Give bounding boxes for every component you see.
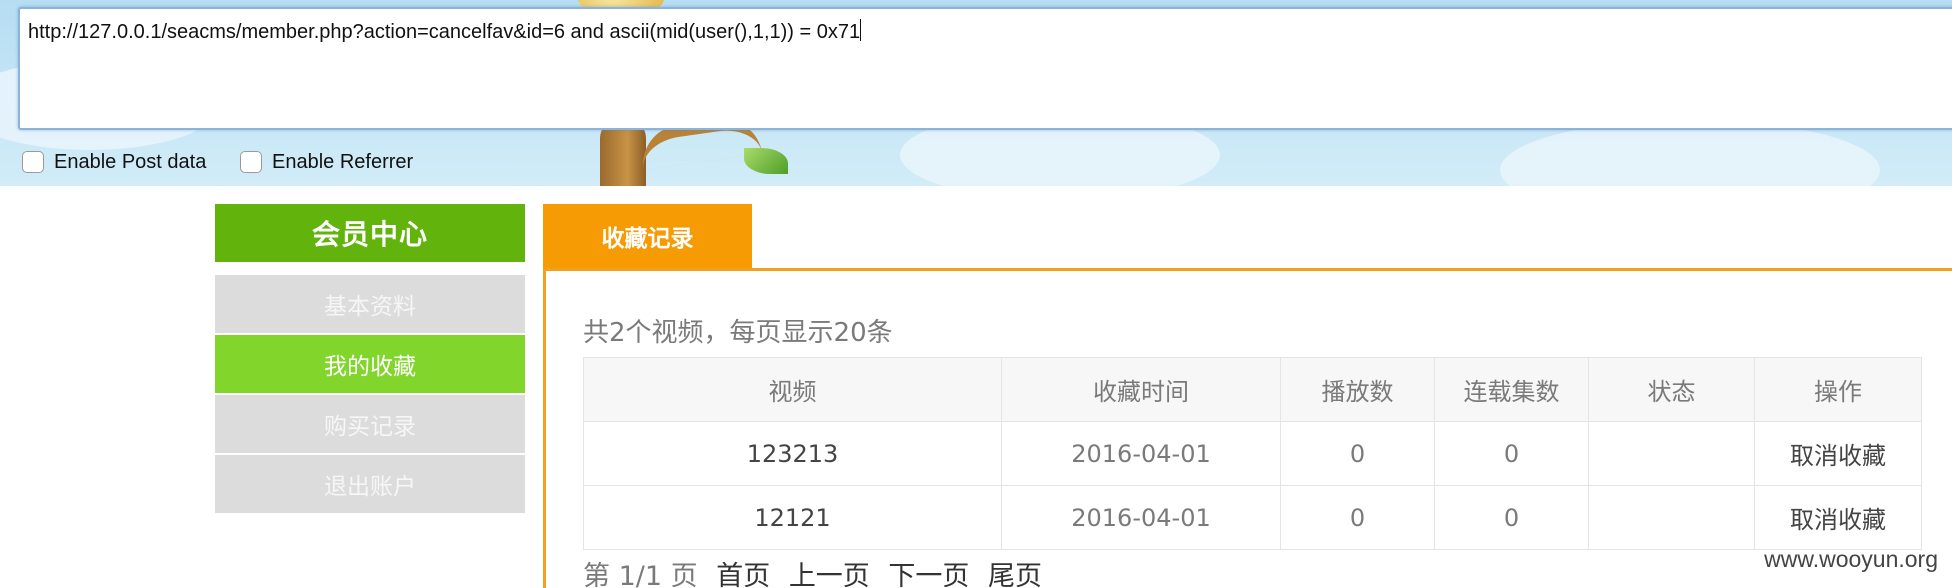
next-page-link[interactable]: 下一页 xyxy=(888,561,969,588)
cancel-favorite-link[interactable]: 取消收藏 xyxy=(1754,421,1922,486)
tab-favorites[interactable]: 收藏记录 xyxy=(543,204,752,268)
episodes-cell: 0 xyxy=(1434,421,1589,486)
video-title-link[interactable]: 12121 xyxy=(583,485,1002,550)
column-header-status: 状态 xyxy=(1588,357,1755,422)
enable-referrer-checkbox[interactable] xyxy=(240,151,262,173)
column-header-plays: 播放数 xyxy=(1280,357,1435,422)
url-text: http://127.0.0.1/seacms/member.php?actio… xyxy=(28,21,861,43)
status-cell xyxy=(1588,485,1755,550)
sidebar-item-favorites[interactable]: 我的收藏 xyxy=(215,335,525,393)
cancel-favorite-link[interactable]: 取消收藏 xyxy=(1754,485,1922,550)
member-sidebar: 会员中心 基本资料 我的收藏 购买记录 退出账户 xyxy=(215,204,525,513)
url-input[interactable]: http://127.0.0.1/seacms/member.php?actio… xyxy=(18,7,1952,130)
plays-cell: 0 xyxy=(1280,421,1435,486)
enable-post-option[interactable]: Enable Post data xyxy=(22,148,206,176)
prev-page-link[interactable]: 上一页 xyxy=(789,561,870,588)
favorites-table: 视频 收藏时间 播放数 连载集数 状态 操作 123213 2016-04-01… xyxy=(583,357,1922,550)
enable-post-label: Enable Post data xyxy=(54,150,207,173)
enable-referrer-option[interactable]: Enable Referrer xyxy=(240,148,413,176)
pagination: 第 1/1 页 首页 上一页 下一页 尾页 xyxy=(583,554,1042,588)
first-page-link[interactable]: 首页 xyxy=(716,561,770,588)
table-row: 123213 2016-04-01 0 0 取消收藏 xyxy=(583,421,1922,486)
last-page-link[interactable]: 尾页 xyxy=(988,561,1042,588)
sidebar-item-purchases[interactable]: 购买记录 xyxy=(215,395,525,453)
table-row: 12121 2016-04-01 0 0 取消收藏 xyxy=(583,485,1922,550)
sidebar-item-profile[interactable]: 基本资料 xyxy=(215,275,525,333)
enable-referrer-label: Enable Referrer xyxy=(272,150,414,173)
sidebar-item-logout[interactable]: 退出账户 xyxy=(215,455,525,513)
column-header-fav-time: 收藏时间 xyxy=(1001,357,1281,422)
watermark-text: www.wooyun.org xyxy=(1764,546,1938,572)
hackbar-area: http://127.0.0.1/seacms/member.php?actio… xyxy=(0,0,1952,186)
favorites-summary: 共2个视频，每页显示20条 xyxy=(583,318,893,348)
column-header-action: 操作 xyxy=(1754,357,1922,422)
column-header-video: 视频 xyxy=(583,357,1002,422)
leaf-decoration xyxy=(744,148,788,174)
episodes-cell: 0 xyxy=(1434,485,1589,550)
enable-post-checkbox[interactable] xyxy=(22,151,44,173)
column-header-episodes: 连载集数 xyxy=(1434,357,1589,422)
video-title-link[interactable]: 123213 xyxy=(583,421,1002,486)
page-info: 第 1/1 页 xyxy=(583,561,698,588)
plays-cell: 0 xyxy=(1280,485,1435,550)
sidebar-title: 会员中心 xyxy=(215,204,525,262)
fav-time-cell: 2016-04-01 xyxy=(1001,421,1281,486)
table-header-row: 视频 收藏时间 播放数 连载集数 状态 操作 xyxy=(583,357,1922,422)
text-caret xyxy=(860,19,862,41)
fav-time-cell: 2016-04-01 xyxy=(1001,485,1281,550)
status-cell xyxy=(1588,421,1755,486)
